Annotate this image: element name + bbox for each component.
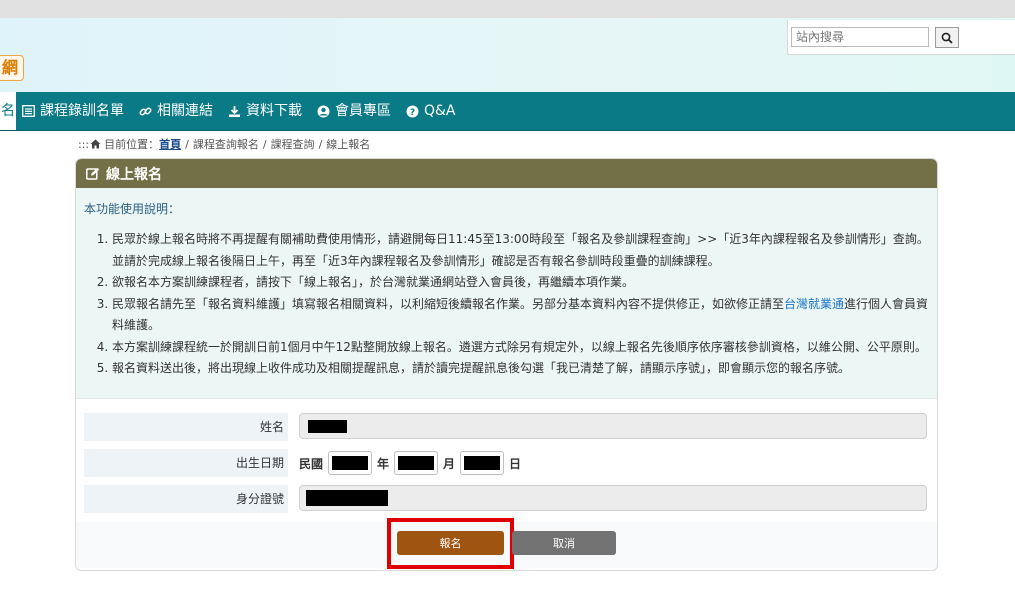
nav-item-course-list[interactable]: 課程錄訓名單 <box>22 92 124 130</box>
id-field[interactable] <box>299 485 927 511</box>
home-icon <box>90 139 101 149</box>
site-logo[interactable]: 網 <box>0 55 24 81</box>
breadcrumb-item: 線上報名 <box>326 138 371 151</box>
nav-item-active-fragment[interactable]: 名 <box>0 92 16 130</box>
breadcrumb-item: 課程查詢報名 <box>192 138 259 151</box>
panel-header: 線上報名 <box>76 159 937 188</box>
birth-era-label: 民國 <box>299 456 324 471</box>
main-nav: 課程錄訓名單 相關連結 資料下載 會員專區 ? Q&A <box>0 92 1015 131</box>
name-field[interactable] <box>299 413 927 439</box>
form-row-birthdate: 出生日期 民國 年 月 日 <box>84 447 929 483</box>
id-label: 身分證號 <box>84 485 288 513</box>
search-button[interactable] <box>935 27 959 48</box>
download-icon <box>229 105 240 117</box>
form-row-name: 姓名 <box>84 411 929 447</box>
birthdate-label: 出生日期 <box>84 449 288 477</box>
submit-button[interactable]: 報名 <box>397 531 504 555</box>
button-row: 報名 取消 <box>76 518 937 569</box>
redacted-value <box>306 490 388 506</box>
redacted-value <box>398 456 435 470</box>
breadcrumb-separator: / <box>262 137 267 151</box>
birth-day-field[interactable] <box>460 451 505 475</box>
breadcrumb-prefix: ::: <box>78 137 90 151</box>
user-circle-icon <box>317 105 330 117</box>
nav-label: Q&A <box>424 103 456 119</box>
nav-label: 資料下載 <box>246 103 302 119</box>
nav-label: 相關連結 <box>157 103 213 119</box>
redacted-value <box>332 456 369 470</box>
form-row-id: 身分證號 <box>84 483 929 519</box>
instruction-item: 欲報名本方案訓練課程者，請按下「線上報名」，於台灣就業通網站登入會員後，再繼續本… <box>112 272 929 294</box>
cancel-button[interactable]: 取消 <box>512 531 616 555</box>
breadcrumb-item: 課程查詢 <box>270 138 315 151</box>
month-unit-label: 月 <box>443 456 456 471</box>
breadcrumb-home-link[interactable]: 首頁 <box>159 136 181 152</box>
name-label: 姓名 <box>84 413 288 441</box>
breadcrumb-separator: / <box>185 137 189 151</box>
top-strip <box>0 0 1015 18</box>
registration-form: 姓名 出生日期 民國 年 月 日 身分證號 <box>84 411 929 519</box>
birth-year-field[interactable] <box>328 451 373 475</box>
nav-label: 會員專區 <box>335 103 391 119</box>
birth-month-field[interactable] <box>394 451 439 475</box>
panel-title: 線上報名 <box>106 166 162 183</box>
online-registration-panel: 線上報名 本功能使用說明： 民眾於線上報名時將不再提醒有關補助費使用情形，請避開… <box>75 158 938 571</box>
redacted-value <box>308 420 347 433</box>
svg-text:?: ? <box>410 108 415 118</box>
breadcrumb-separator: / <box>318 137 323 151</box>
question-circle-icon: ? <box>406 105 419 118</box>
nav-item-qa[interactable]: ? Q&A <box>406 92 456 130</box>
instructions-list: 民眾於線上報名時將不再提醒有關補助費使用情形，請避開每日11:45至13:00時… <box>84 229 929 380</box>
birthdate-fields: 民國 年 月 日 <box>299 449 521 477</box>
instruction-text: 民眾報名請先至「報名資料維護」填寫報名相關資料，以利縮短後續報名作業。另部分基本… <box>112 296 785 311</box>
instruction-item: 本方案訓練課程統一於開訓日前1個月中午12點整開放線上報名。遴選方式除另有規定外… <box>112 337 929 359</box>
nav-item-downloads[interactable]: 資料下載 <box>228 92 302 130</box>
breadcrumb-label: 目前位置： <box>104 138 160 151</box>
nav-item-member[interactable]: 會員專區 <box>317 92 391 130</box>
breadcrumb: ::: 目前位置： 首頁 / 課程查詢報名 / 課程查詢 / 線上報名 <box>78 136 370 152</box>
year-unit-label: 年 <box>377 456 390 471</box>
search-input[interactable] <box>791 27 929 47</box>
instruction-item: 民眾於線上報名時將不再提醒有關補助費使用情形，請避開每日11:45至13:00時… <box>112 229 929 272</box>
edit-icon <box>86 167 100 180</box>
nav-label: 課程錄訓名單 <box>40 103 124 119</box>
link-icon <box>139 107 152 115</box>
nav-item-related-links[interactable]: 相關連結 <box>139 92 213 130</box>
search-icon <box>941 32 953 44</box>
instruction-item: 民眾報名請先至「報名資料維護」填寫報名相關資料，以利縮短後續報名作業。另部分基本… <box>112 294 929 337</box>
day-unit-label: 日 <box>509 456 522 471</box>
instruction-item: 報名資料送出後，將出現線上收件成功及相關提醒訊息，請於讀完提醒訊息後勾選「我已清… <box>112 358 929 380</box>
list-icon <box>22 105 35 117</box>
taiwan-jobs-link[interactable]: 台灣就業通 <box>784 297 844 311</box>
instructions-title: 本功能使用說明： <box>84 202 181 216</box>
instructions-box: 本功能使用說明： 民眾於線上報名時將不再提醒有關補助費使用情形，請避開每日11:… <box>76 188 937 399</box>
redacted-value <box>464 456 501 470</box>
